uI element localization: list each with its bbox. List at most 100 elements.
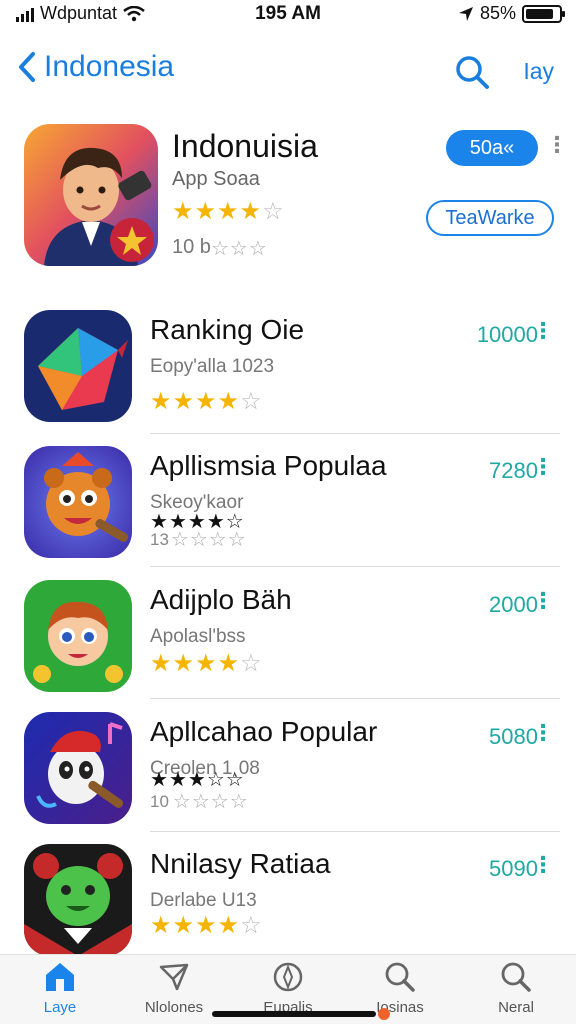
search-icon[interactable] (454, 54, 490, 90)
chevron-left-icon (19, 52, 35, 82)
star-filled-icon: ★ (150, 912, 172, 939)
send-icon (159, 963, 189, 991)
featured-rating: ★ ★ ★ ★ ☆ (172, 200, 284, 224)
star-empty-icon: ☆ (227, 529, 246, 551)
star-filled-icon: ★ (150, 650, 172, 677)
star-filled-icon: ★ (239, 198, 262, 225)
star-empty-icon: ☆ (189, 529, 208, 551)
status-bar: Wdpuntat 195 AM 85% (0, 0, 576, 30)
secondary-button[interactable]: TeaWarke (426, 200, 554, 236)
divider (150, 698, 560, 699)
home-indicator (212, 1011, 376, 1017)
get-button[interactable]: 50a« (446, 130, 538, 166)
app-name: Apllismsia Populaa (150, 450, 387, 481)
star-empty-icon: ☆ (208, 529, 227, 551)
star-filled-icon: ★ (168, 769, 187, 791)
star-empty-icon: ☆ (210, 238, 229, 260)
star-filled-icon: ★ (172, 388, 195, 415)
cartoon-bear-icon (24, 446, 132, 558)
star-empty-icon: ☆ (262, 198, 284, 225)
star-filled-icon: ★ (217, 650, 240, 677)
star-filled-icon: ★ (217, 198, 239, 225)
featured-count-stars: ☆ ☆ ☆ (211, 239, 267, 259)
app-value: 7280 (489, 458, 538, 483)
star-filled-icon: ★ (150, 769, 168, 791)
app-name: Apllcahao Popular (150, 716, 378, 747)
star-filled-icon: ★ (195, 912, 217, 939)
star-empty-icon: ☆ (229, 791, 248, 813)
star-empty-icon: ☆ (191, 791, 210, 813)
star-filled-icon: ★ (150, 388, 172, 415)
list-item[interactable]: Ranking Oie Eopy'alla 1023 ★ ★ ★ ★ ☆ 10000 ⋮ (0, 310, 576, 442)
back-label: Indonesia (44, 50, 175, 83)
more-icon[interactable]: ⋮ (532, 318, 554, 344)
star-filled-icon: ★ (217, 912, 240, 939)
tab-label: Neral (498, 999, 534, 1016)
notification-dot (378, 1008, 390, 1020)
cartoon-boy-icon (24, 580, 132, 692)
green-bear-icon (24, 844, 132, 956)
list-item[interactable]: Apllcahao Popular Creolen 1¸08 ★ ★ ★ ☆ ☆ 10 ☆… (0, 712, 576, 844)
featured-app[interactable]: Indonuisia App Soaa ★ ★ ★ ★ ☆ 10 b ☆ ☆ ☆ 50a« ⋮… (0, 122, 576, 272)
app-count-label: 10 (150, 792, 169, 811)
tab-search[interactable]: Iosinas (350, 961, 450, 1016)
tab-label: Laye (43, 999, 77, 1016)
app-rating: ★ ★ ★ ★ ☆ (150, 914, 262, 938)
search-icon (385, 962, 415, 992)
star-empty-icon: ☆ (172, 791, 191, 813)
list-item[interactable]: Apllismsia Populaa Skeoy'kaor ★ ★ ★ ★ ☆ 13 ☆ ☆… (0, 446, 576, 578)
star-filled-icon: ★ (172, 650, 195, 677)
hero-character-icon (24, 124, 158, 266)
nav-bar: Indonesia Iay (0, 44, 576, 98)
app-rating: ★ ★ ★ ★ ☆ (150, 390, 262, 414)
tab-explore[interactable]: Eupalis (238, 961, 338, 1016)
app-value: 10000 (476, 322, 538, 347)
divider (150, 566, 560, 567)
battery-icon (522, 4, 565, 23)
app-name: Adijplo Bäh (150, 584, 292, 615)
featured-subtitle: App Soaa (172, 168, 260, 190)
compass-icon (273, 962, 303, 992)
divider (150, 831, 560, 832)
nav-right-button[interactable]: Iay (523, 58, 554, 85)
star-filled-icon: ★ (195, 388, 217, 415)
star-empty-icon: ☆ (248, 238, 267, 260)
app-rating: ★ ★ ★ ☆ ☆ (150, 770, 244, 790)
tab-home[interactable]: Laye (10, 961, 110, 1016)
cartoon-panda-icon (24, 712, 132, 824)
list-item[interactable]: Adijplo Bäh Apolasl'bss ★ ★ ★ ★ ☆ 2000 ⋮ (0, 580, 576, 712)
app-category: Apolasl'bss (150, 626, 246, 647)
more-icon[interactable]: ⋮ (532, 454, 554, 480)
featured-more-icon[interactable]: ⋮ (546, 132, 568, 158)
app-value: 5080 (489, 724, 538, 749)
star-filled-icon: ★ (194, 198, 217, 225)
status-right: 85% (458, 3, 565, 24)
tab-label: Nlolones (144, 999, 204, 1016)
back-button[interactable]: Indonesia (18, 50, 174, 84)
star-filled-icon: ★ (217, 388, 240, 415)
app-value: 2000 (489, 592, 538, 617)
star-filled-icon: ★ (172, 198, 194, 225)
featured-title: Indonuisia (172, 128, 318, 164)
divider (150, 433, 560, 434)
star-empty-icon: ☆ (206, 769, 225, 791)
star-filled-icon: ★ (195, 650, 217, 677)
tab-more[interactable]: Neral (466, 961, 566, 1016)
app-name: Ranking Oie (150, 314, 305, 345)
star-empty-icon: ☆ (225, 769, 244, 791)
app-name: Nnilasy Ratiaa (150, 848, 331, 879)
star-empty-icon: ☆ (210, 791, 229, 813)
more-icon[interactable]: ⋮ (532, 720, 554, 746)
app-value: 5090 (489, 856, 538, 881)
app-count-stars: ☆ ☆ ☆ ☆ (173, 792, 248, 812)
battery-percent: 85% (479, 3, 516, 23)
search-icon (501, 962, 531, 992)
more-icon[interactable]: ⋮ (532, 852, 554, 878)
app-category: Derlabe U13 (150, 890, 257, 911)
app-rating: ★ ★ ★ ★ ☆ (150, 652, 262, 676)
tab-updates[interactable]: Nlolones (124, 961, 224, 1016)
app-rating-count: 13 ☆ ☆ ☆ ☆ (150, 530, 246, 550)
more-icon[interactable]: ⋮ (532, 588, 554, 614)
featured-count-label: 10 b (172, 236, 211, 258)
app-count-stars: ☆ ☆ ☆ ☆ (171, 530, 246, 550)
